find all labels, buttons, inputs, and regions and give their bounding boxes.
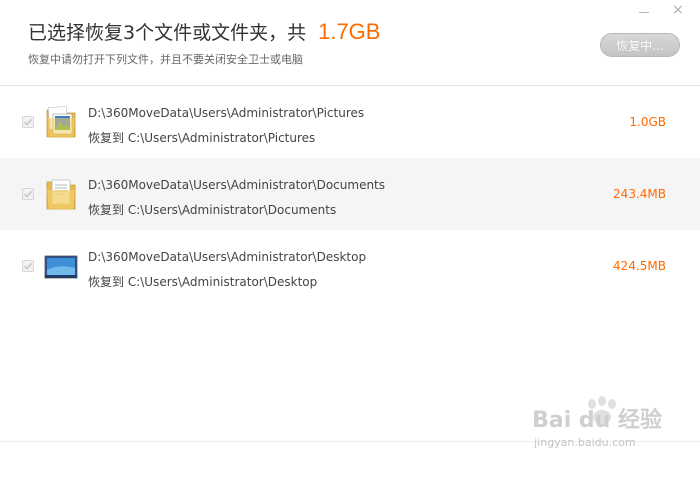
check-icon: [24, 190, 33, 198]
window-controls: ×: [636, 2, 686, 18]
watermark: Bai du 经验 jingyan.baidu.com: [532, 402, 662, 449]
destination-path: 恢复到 C:\Users\Administrator\Pictures: [88, 131, 316, 145]
source-path: D:\360MoveData\Users\Administrator\Pictu…: [88, 106, 365, 120]
check-icon: [24, 118, 33, 126]
file-checkbox[interactable]: [22, 188, 34, 200]
desktop-icon: [44, 248, 78, 284]
source-path: D:\360MoveData\Users\Administrator\Docum…: [88, 178, 386, 192]
minimize-icon[interactable]: [636, 2, 652, 18]
destination-path: 恢复到 C:\Users\Administrator\Documents: [88, 203, 337, 217]
pictures-folder-icon: [44, 104, 78, 140]
check-icon: [24, 262, 33, 270]
watermark-url: jingyan.baidu.com: [534, 436, 636, 449]
close-icon[interactable]: ×: [670, 2, 686, 18]
file-row-desktop[interactable]: D:\360MoveData\Users\Administrator\Deskt…: [0, 230, 700, 302]
watermark-text: Bai du 经验: [532, 408, 662, 433]
subtitle: 恢复中请勿打开下列文件，并且不要关闭安全卫士或电脑: [28, 53, 303, 66]
total-size: 1.7GB: [318, 19, 381, 44]
file-row-pictures[interactable]: D:\360MoveData\Users\Administrator\Pictu…: [0, 86, 700, 158]
file-size: 1.0GB: [629, 115, 666, 129]
file-checkbox[interactable]: [22, 260, 34, 272]
page-title: 已选择恢复3个文件或文件夹，共 1.7GB: [28, 18, 700, 45]
file-size: 243.4MB: [613, 187, 666, 201]
title-text: 已选择恢复3个文件或文件夹，共: [28, 22, 307, 44]
file-checkbox[interactable]: [22, 116, 34, 128]
file-row-documents[interactable]: D:\360MoveData\Users\Administrator\Docum…: [0, 158, 700, 230]
documents-folder-icon: [44, 176, 78, 212]
destination-path: 恢复到 C:\Users\Administrator\Desktop: [88, 275, 318, 289]
source-path: D:\360MoveData\Users\Administrator\Deskt…: [88, 250, 367, 264]
file-size: 424.5MB: [613, 259, 666, 273]
file-list: D:\360MoveData\Users\Administrator\Pictu…: [0, 86, 700, 302]
recovering-button[interactable]: 恢复中...: [600, 33, 680, 57]
